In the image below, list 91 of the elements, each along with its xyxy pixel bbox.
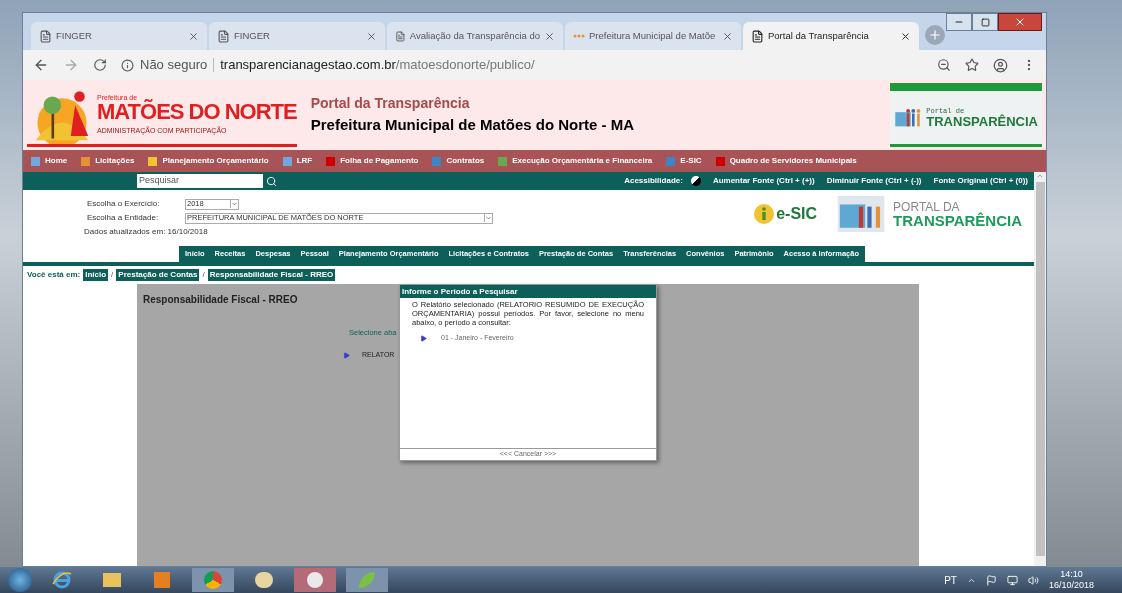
menu-item-icon xyxy=(81,156,91,166)
top-menu-link[interactable]: Folha de Pagamento xyxy=(326,155,419,167)
menu-item-icon xyxy=(432,156,442,166)
clock[interactable]: 14:10 16/10/2018 xyxy=(1048,569,1094,591)
menu-item-icon xyxy=(715,156,725,166)
info-icon[interactable] xyxy=(121,58,134,72)
top-menu-link[interactable]: Licitações xyxy=(81,155,135,167)
page-icon xyxy=(39,29,52,43)
badge-title: TRANSPARÊNCIA xyxy=(926,114,1038,128)
zoom-icon[interactable] xyxy=(937,58,951,72)
security-label: Não seguro xyxy=(140,56,208,75)
filter-label: Escolha a Entidade: xyxy=(87,212,160,224)
menu-item-icon xyxy=(31,156,40,166)
tab-title: FINGER xyxy=(234,28,271,43)
portal-line: TRANSPARÊNCIA xyxy=(893,212,1022,228)
top-menu-link[interactable]: Home xyxy=(31,155,68,167)
browser-tab[interactable]: Prefeitura Municipal de Matõe xyxy=(565,22,741,50)
close-icon[interactable] xyxy=(188,30,199,42)
portal-logo[interactable]: PORTAL DA TRANSPARÊNCIA xyxy=(835,196,1022,232)
flag-icon[interactable] xyxy=(985,574,997,586)
close-icon[interactable] xyxy=(722,30,733,42)
close-icon[interactable] xyxy=(366,30,377,42)
updated-date: Dados atualizados em: 16/10/2018 xyxy=(84,226,209,238)
minimize-button[interactable] xyxy=(946,13,972,31)
tab-title: Avaliação da Transparência do xyxy=(409,28,540,43)
page-icon xyxy=(395,29,406,43)
font-size-link[interactable]: Aumentar Fonte (Ctrl + (+)) xyxy=(712,175,815,187)
info-bubble-icon xyxy=(754,204,775,224)
breadcrumb-separator: / xyxy=(111,269,114,281)
menu-item-icon xyxy=(498,156,508,166)
close-icon[interactable] xyxy=(544,30,555,42)
back-icon[interactable] xyxy=(33,57,49,73)
contrast-icon[interactable] xyxy=(690,176,701,186)
top-menu-link[interactable]: Planejamento Orçamentário xyxy=(148,155,269,167)
scrollbar[interactable] xyxy=(1034,172,1046,566)
portal-line: PORTAL DA xyxy=(893,200,960,213)
maximize-icon xyxy=(980,17,990,27)
triangle-icon xyxy=(343,352,350,359)
top-menu-link[interactable]: Contratos xyxy=(432,155,485,167)
loading-dots-icon xyxy=(573,34,585,38)
search-field[interactable]: Pesquisar xyxy=(137,174,263,188)
filter-label: Escolha o Exercício: xyxy=(87,198,161,210)
browser-tab[interactable]: FINGER xyxy=(31,22,207,50)
breadcrumb-link[interactable]: Início xyxy=(83,269,109,281)
breadcrumb-link[interactable]: Responsabilidade Fiscal - RREO xyxy=(207,269,336,281)
page-header-title: Prefeitura Municipal de Matões do Norte - MA xyxy=(310,115,635,136)
breadcrumb-label: Você está em: xyxy=(27,269,81,281)
dialog-title: Informe o Período a Pesquisar xyxy=(400,285,656,298)
start-button[interactable] xyxy=(8,568,32,592)
language-indicator[interactable]: PT xyxy=(944,572,957,588)
url-text: transparencianagestao.com.br/matoesdonorte/publico/ xyxy=(220,56,535,75)
logo-name: MATÕES DO NORTE xyxy=(97,100,297,123)
breadcrumb-link[interactable]: Prestação de Contas xyxy=(116,269,200,281)
menu-item-icon xyxy=(282,156,292,166)
menu-item-icon xyxy=(666,156,676,166)
chevron-down-icon xyxy=(230,200,238,208)
close-icon[interactable] xyxy=(900,30,911,42)
page-icon xyxy=(751,29,764,43)
font-size-link[interactable]: Diminuir Fonte (Ctrl + (-)) xyxy=(826,175,922,187)
triangle-icon xyxy=(420,334,427,342)
browser-tab[interactable]: Avaliação da Transparência do xyxy=(387,22,563,50)
bookmark-star-icon[interactable] xyxy=(965,58,979,72)
page-icon xyxy=(217,29,230,43)
reload-icon[interactable] xyxy=(93,58,107,72)
top-menu-link[interactable]: Quadro de Servidores Municipais xyxy=(715,155,857,167)
content-title: Responsabilidade Fiscal - RREO xyxy=(143,293,298,307)
maximize-button[interactable] xyxy=(972,13,998,31)
top-menu-link[interactable]: Execução Orçamentária e Financeira xyxy=(498,155,653,167)
chevron-down-icon xyxy=(484,214,492,222)
esic-logo[interactable]: e-SIC xyxy=(754,202,818,226)
search-icon[interactable] xyxy=(266,175,277,187)
tab-title: Prefeitura Municipal de Matõe xyxy=(589,28,717,43)
browser-tab[interactable]: FINGER xyxy=(209,22,385,50)
font-size-link[interactable]: Fonte Original (Ctrl + (0)) xyxy=(933,175,1028,187)
tab-title: Portal da Transparência xyxy=(768,28,870,43)
portal-subtitle: Portal da Transparência xyxy=(310,94,471,114)
menu-item-icon xyxy=(148,156,158,166)
network-icon[interactable] xyxy=(1006,574,1018,586)
tab-title: FINGER xyxy=(56,28,93,43)
esic-title: e-SIC xyxy=(776,204,818,224)
top-menu-link[interactable]: LRF xyxy=(282,155,313,167)
breadcrumb-separator: / xyxy=(202,269,205,281)
top-menu-link[interactable]: E-SIC xyxy=(666,155,702,167)
close-button[interactable] xyxy=(998,13,1042,31)
menu-item-icon xyxy=(326,156,336,166)
accessibility-label: Acessibilidade: xyxy=(624,175,683,187)
browser-tab[interactable]: Portal da Transparência xyxy=(743,22,919,50)
profile-icon[interactable] xyxy=(993,57,1008,73)
plus-icon xyxy=(928,28,942,42)
volume-icon[interactable] xyxy=(1027,574,1039,586)
close-icon xyxy=(1014,16,1026,28)
